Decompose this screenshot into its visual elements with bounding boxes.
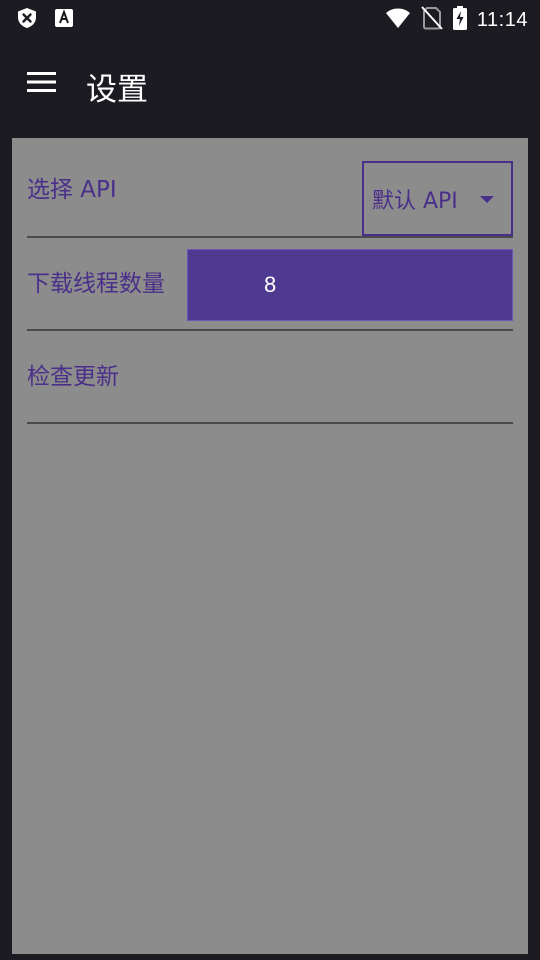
status-bar-left: [16, 7, 74, 33]
shield-x-icon: [16, 7, 38, 33]
no-sim-icon: [421, 6, 443, 34]
status-bar-right: 11:14: [385, 6, 528, 34]
download-threads-label: 下载线程数量: [27, 271, 165, 297]
setting-row-select-api: 选择 API 默认 API: [27, 146, 513, 238]
settings-panel: 选择 API 默认 API 下载线程数量 8 检查更新: [12, 138, 528, 954]
api-select-value: 默认 API: [372, 188, 458, 214]
status-bar: 11:14: [0, 0, 540, 36]
page-title: 设置: [86, 72, 148, 108]
download-threads-input[interactable]: 8: [187, 249, 513, 321]
select-api-label: 选择 API: [27, 177, 117, 203]
menu-button[interactable]: [22, 68, 62, 100]
check-update-label: 检查更新: [27, 364, 119, 390]
battery-charging-icon: [452, 6, 467, 34]
api-select-dropdown[interactable]: 默认 API: [362, 161, 513, 236]
setting-row-download-threads: 下载线程数量 8: [27, 239, 513, 331]
app-a-icon: [54, 7, 74, 33]
status-time: 11:14: [476, 8, 528, 31]
hamburger-menu-icon: [27, 71, 57, 97]
app-bar: 设置: [0, 36, 540, 132]
dropdown-arrow-icon: [480, 196, 494, 203]
wifi-icon: [385, 7, 411, 33]
setting-row-check-update[interactable]: 检查更新: [27, 332, 513, 424]
